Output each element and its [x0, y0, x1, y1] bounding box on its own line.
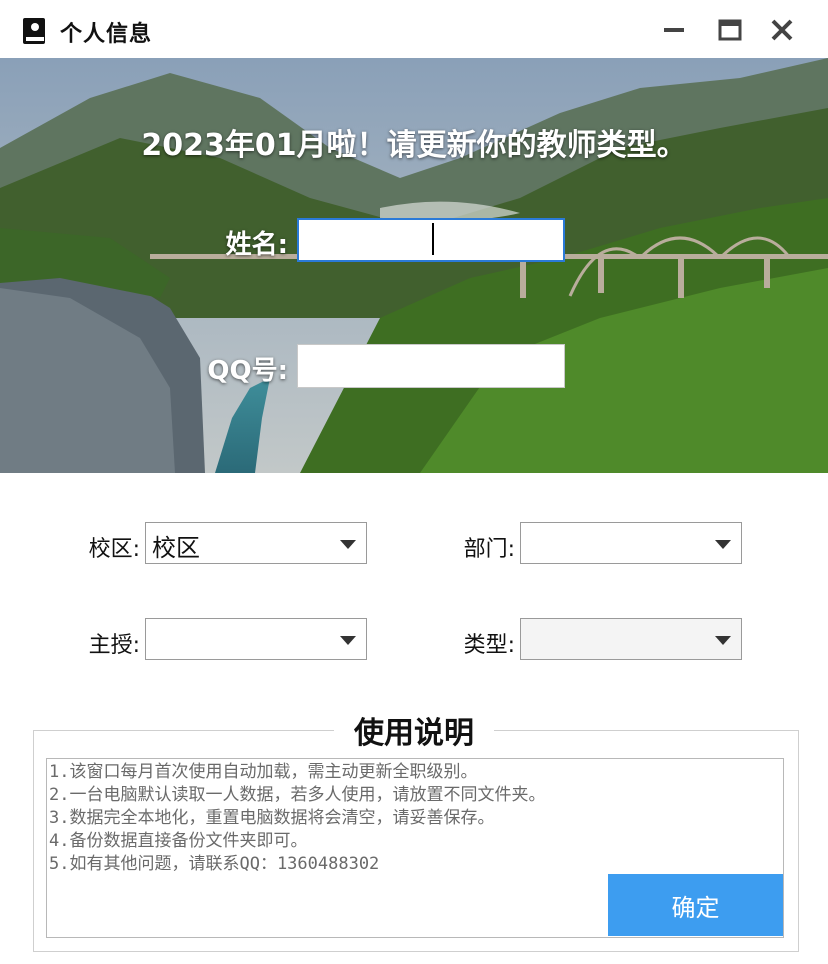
campus-selected-value: 校区	[152, 534, 200, 562]
chevron-down-icon	[340, 636, 356, 645]
text-caret	[432, 223, 434, 255]
campus-label: 校区:	[88, 537, 140, 562]
instructions-lines: 1.该窗口每月首次使用自动加载，需主动更新全职级别。 2.一台电脑默认读取一人数…	[47, 761, 545, 876]
title-bar: 个人信息	[0, 0, 828, 58]
instruction-line: 5.如有其他问题，请联系QQ：1360488302	[49, 854, 380, 874]
campus-select[interactable]: 校区	[145, 522, 367, 564]
qq-label: QQ号:	[207, 356, 288, 386]
department-label: 部门:	[463, 537, 515, 562]
instructions-title: 使用说明	[334, 716, 494, 751]
instructions-title-wrap: 使用说明	[0, 708, 828, 752]
chevron-down-icon	[715, 636, 731, 645]
app-book-icon	[23, 18, 45, 44]
instruction-line: 1.该窗口每月首次使用自动加载，需主动更新全职级别。	[49, 762, 478, 782]
confirm-button[interactable]: 确定	[608, 874, 783, 936]
instruction-line: 2.一台电脑默认读取一人数据，若多人使用，请放置不同文件夹。	[49, 785, 546, 805]
chevron-down-icon	[715, 540, 731, 549]
instruction-line: 3.数据完全本地化，重置电脑数据将会清空，请妥善保存。	[49, 808, 495, 828]
subject-label: 主授:	[88, 633, 140, 658]
instruction-line: 4.备份数据直接备份文件夹即可。	[49, 831, 308, 851]
subject-select[interactable]	[145, 618, 367, 660]
minimize-icon[interactable]	[658, 14, 690, 46]
type-label: 类型:	[463, 633, 515, 658]
name-input[interactable]	[297, 218, 565, 262]
close-icon[interactable]	[766, 14, 798, 46]
type-select[interactable]	[520, 618, 742, 660]
chevron-down-icon	[340, 540, 356, 549]
maximize-icon[interactable]	[714, 14, 746, 46]
qq-input[interactable]	[297, 344, 565, 388]
headline-text: 2023年01月啦！请更新你的教师类型。	[141, 128, 687, 163]
department-select[interactable]	[520, 522, 742, 564]
hero-banner: 2023年01月啦！请更新你的教师类型。	[0, 58, 828, 473]
name-label: 姓名:	[225, 230, 288, 260]
window-title: 个人信息	[60, 22, 153, 47]
